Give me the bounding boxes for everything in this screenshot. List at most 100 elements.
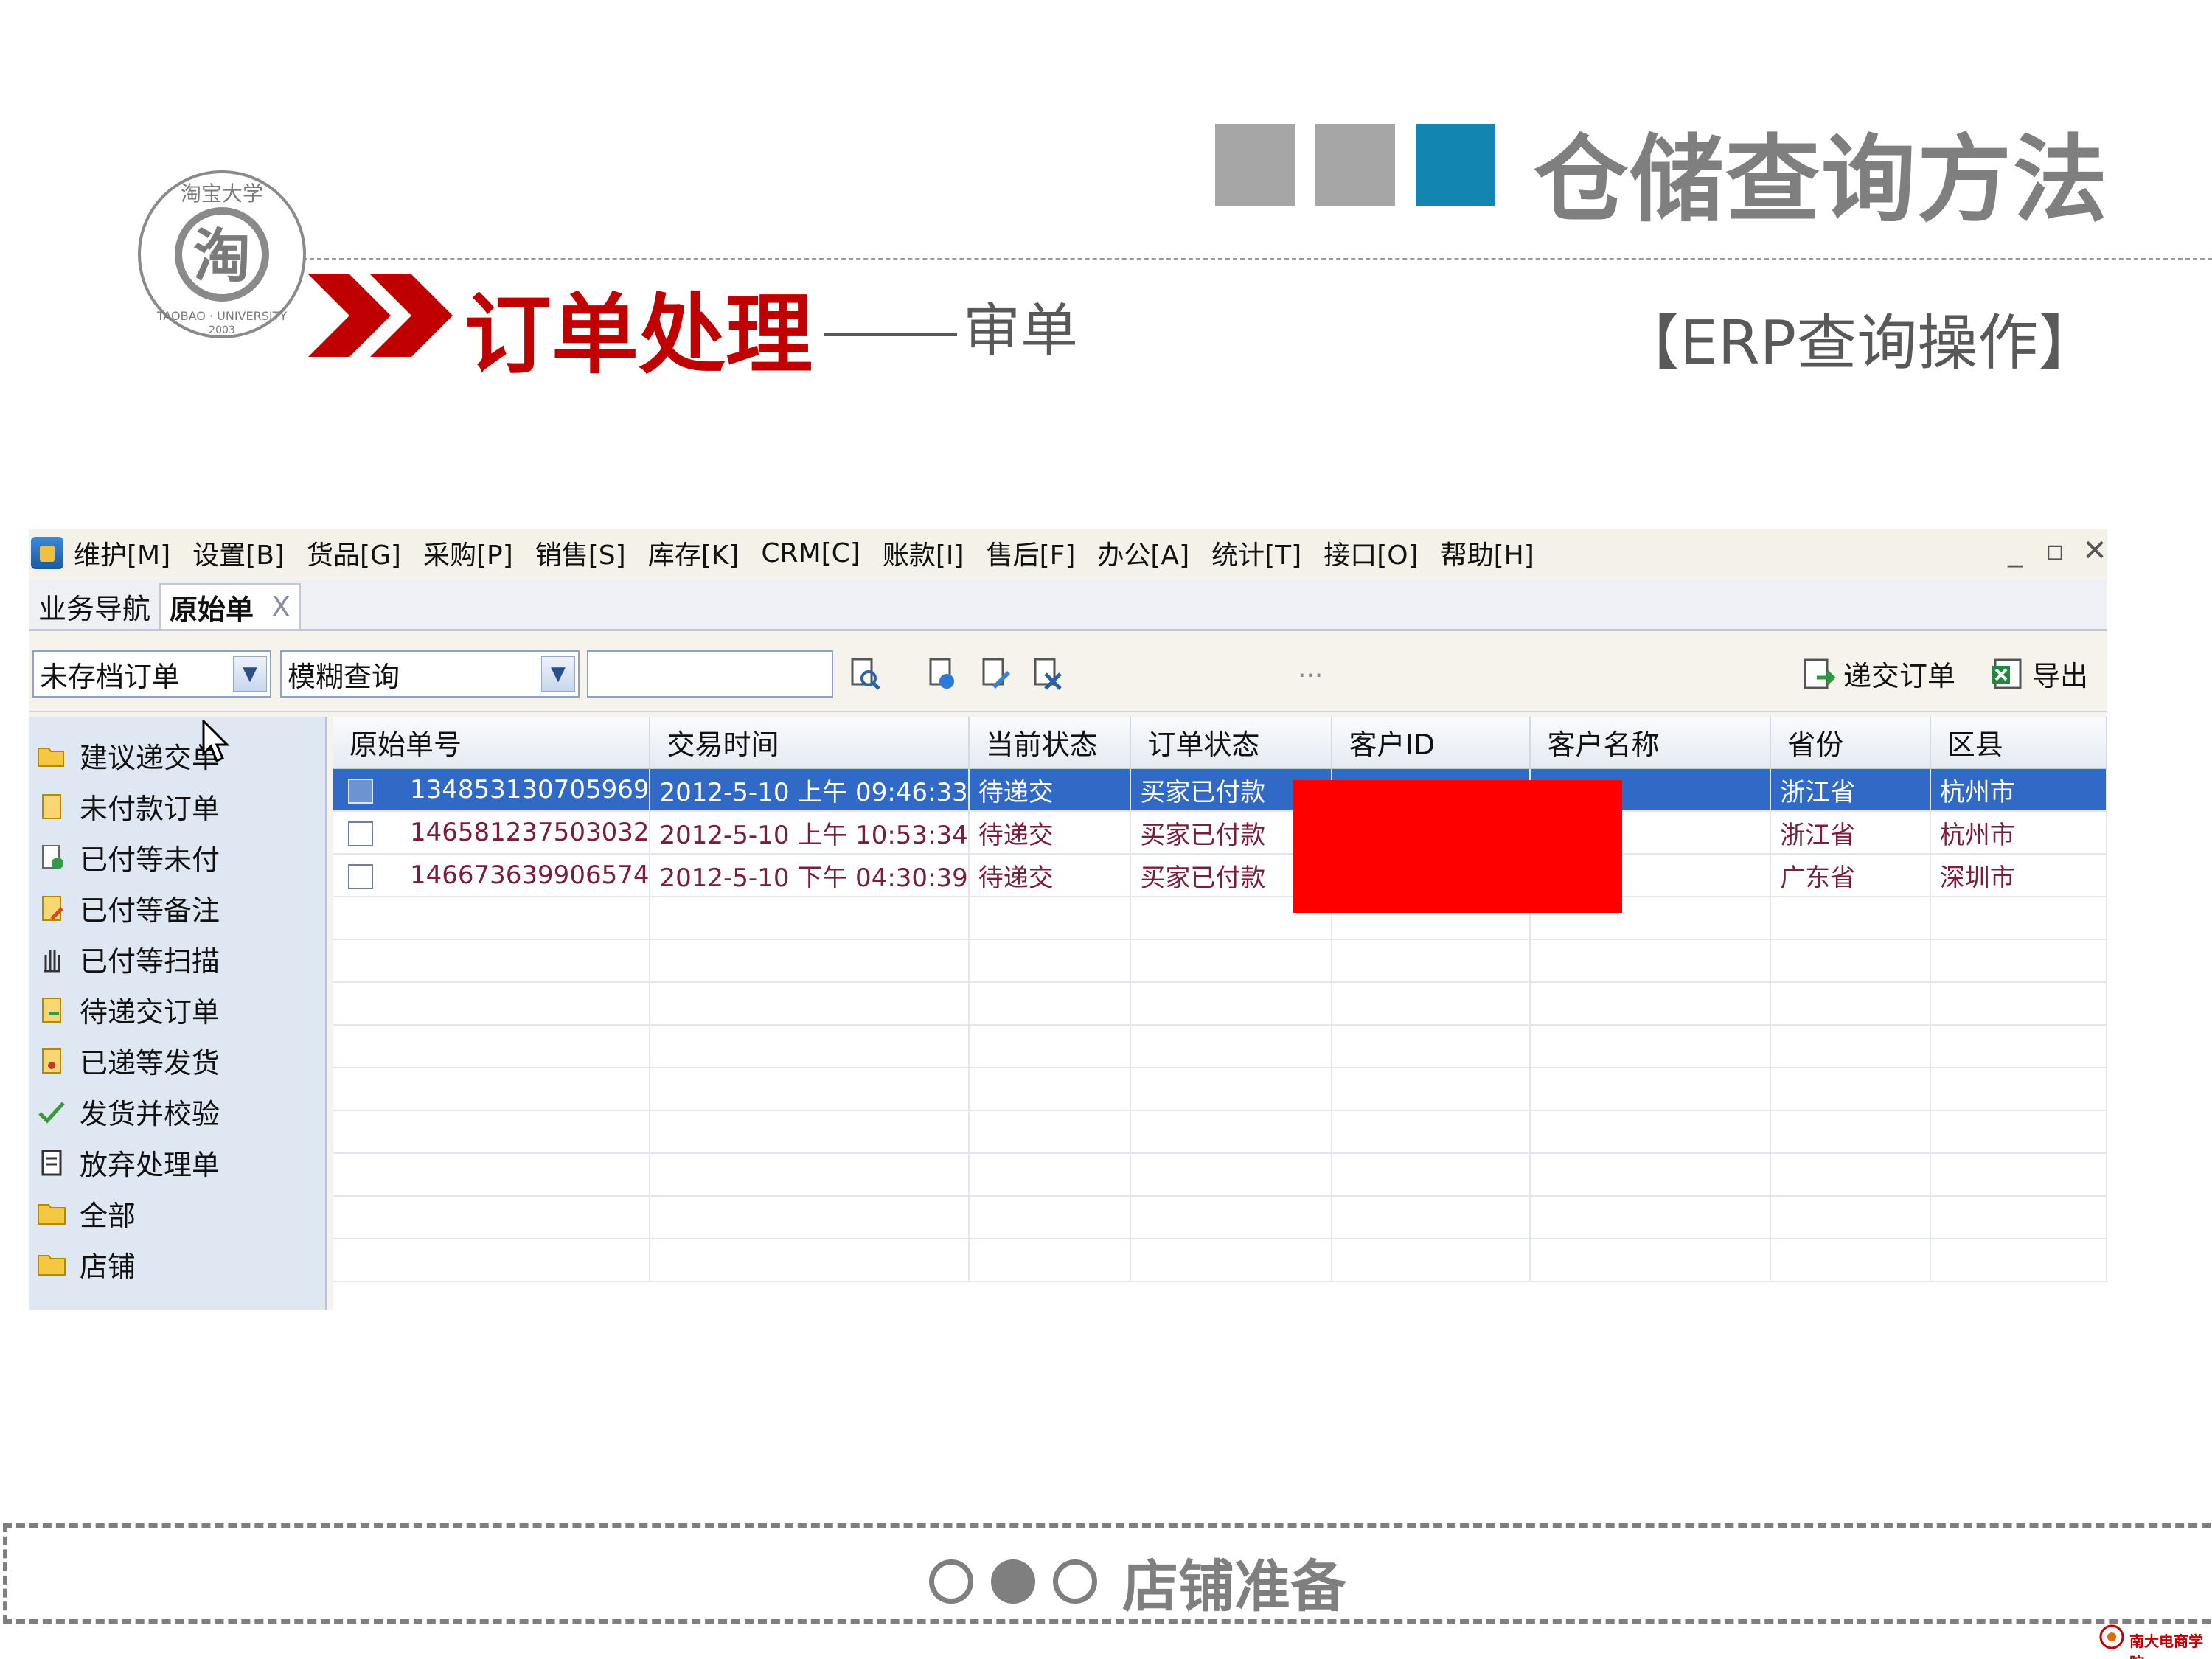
cell-current-status: 待递交 [968,854,1132,897]
nav-item-paid-waiting[interactable]: 已付等未付 [29,832,325,883]
row-checkbox[interactable] [348,863,373,889]
app-icon[interactable] [31,537,63,569]
chevron-down-icon[interactable]: ▼ [233,656,267,692]
tab-close-icon[interactable]: X [271,591,291,623]
column-header-customer-name[interactable]: 客户名称 [1530,717,1772,769]
window-controls: _ ▫ ✕ [2003,534,2107,568]
menu-accounts[interactable]: 账款[I] [883,534,964,572]
progress-dot-empty [929,1559,973,1604]
column-header-order-status[interactable]: 订单状态 [1130,717,1333,769]
cell-province: 浙江省 [1770,811,1931,855]
menu-sales[interactable]: 销售[S] [535,534,626,572]
cell-order-no: 134853130705969 [333,768,651,812]
taobao-university-logo: 淘 淘宝大学 TAOBAO · UNIVERSITY 2003 [138,170,306,338]
minimize-button[interactable]: _ [2003,534,2028,568]
column-header-district[interactable]: 区县 [1930,717,2107,769]
nav-item-stores[interactable]: 店铺 [29,1239,325,1290]
nav-item-suggested[interactable]: 建议递交单 [29,730,325,781]
tab-bar: 业务导航 原始单 X [29,580,2107,631]
order-filter-select[interactable]: 未存档订单 ▼ [32,650,271,698]
left-nav: 建议递交单 未付款订单 已付等未付 已付等备注 已付等扫描 待递交订单 已递等发… [29,717,327,1310]
toolbar-ellipsis: ... [1298,653,1324,684]
nav-item-awaiting-shipment[interactable]: 已递等发货 [29,1035,325,1086]
menu-interface[interactable]: 接口[O] [1324,534,1418,572]
nav-item-label: 建议递交单 [80,742,220,774]
nav-item-label: 已付等扫描 [80,945,220,978]
column-header-order-no[interactable]: 原始单号 [333,717,651,769]
tab-original-orders[interactable]: 原始单 X [159,583,302,629]
column-header-trade-time[interactable]: 交易时间 [650,717,970,769]
menu-crm[interactable]: CRM[C] [761,538,860,568]
cell-current-status: 待递交 [968,811,1132,855]
column-header-province[interactable]: 省份 [1770,717,1931,769]
menu-maintain[interactable]: 维护[M] [74,534,170,572]
toolbar: 未存档订单 ▼ 模糊查询 ▼ ... 递交订单 导出 [29,639,2107,712]
order-no: 146673639906574 [410,860,650,890]
nav-item-all[interactable]: 全部 [29,1188,325,1239]
orders-grid: 原始单号 交易时间 当前状态 订单状态 客户ID 客户名称 省份 区县 1348… [333,717,2107,1310]
export-button[interactable]: 导出 [1991,653,2088,694]
slide-title: 仓储查询方法 [1534,125,2110,235]
tab-business-nav[interactable]: 业务导航 [29,583,159,629]
export-label: 导出 [2032,660,2089,692]
order-no: 134853130705969 [410,775,650,804]
submit-order-button[interactable]: 递交订单 [1802,653,1955,694]
cell-order-no: 146673639906574 [333,854,651,897]
progress-dot-empty [1053,1559,1097,1604]
menu-purchase[interactable]: 采购[P] [423,534,513,572]
hand-icon [44,950,60,972]
section-title: 订单处理 [465,284,813,386]
nav-item-to-submit[interactable]: 待递交订单 [29,984,325,1035]
empty-row [333,1110,2107,1154]
nav-item-ship-verify[interactable]: 发货并校验 [29,1086,325,1137]
note-icon [42,895,63,921]
nav-item-label: 店铺 [80,1251,136,1283]
subtitle-dash [824,333,957,336]
row-checkbox[interactable] [348,778,373,804]
delete-document-icon[interactable] [1029,656,1065,692]
menu-inventory[interactable]: 库存[K] [648,534,740,572]
menu-office[interactable]: 办公[A] [1097,534,1189,572]
logo-char: 淘 [193,223,251,290]
close-window-button[interactable]: ✕ [2082,534,2107,568]
empty-row [333,897,2107,940]
nav-item-label: 已递等发货 [80,1047,220,1079]
menu-aftersales[interactable]: 售后[F] [987,534,1076,572]
nav-item-paid-remark[interactable]: 已付等备注 [29,883,325,933]
footer: 店铺准备 [929,1541,1346,1622]
menu-settings[interactable]: 设置[B] [192,534,285,572]
search-input[interactable] [587,650,833,698]
table-header-row: 原始单号 交易时间 当前状态 订单状态 客户ID 客户名称 省份 区县 [333,717,2107,769]
new-document-icon[interactable] [925,656,960,692]
restore-button[interactable]: ▫ [2042,534,2067,568]
check-icon [38,1101,65,1124]
menu-statistics[interactable]: 统计[T] [1211,534,1301,572]
tab-business-nav-label: 业务导航 [38,592,151,625]
column-header-current-status[interactable]: 当前状态 [968,717,1132,769]
chevron-down-icon[interactable]: ▼ [541,656,575,692]
row-checkbox[interactable] [348,821,373,846]
nav-item-label: 放弃处理单 [80,1149,220,1181]
menu-help[interactable]: 帮助[H] [1441,534,1534,572]
edit-document-icon[interactable] [978,656,1013,692]
logo-cn-text: 淘宝大学 [181,181,263,206]
table-row[interactable]: 146673639906574 2012-5-10 下午 04:30:39 待递… [333,854,2107,897]
header-square-grey-2 [1315,124,1395,206]
footer-text: 店铺准备 [1122,1554,1346,1619]
order-no: 146581237503032 [410,818,650,847]
search-icon[interactable] [846,656,882,692]
nav-item-unpaid[interactable]: 未付款订单 [29,781,325,832]
folder-icon [38,1254,66,1276]
menu-goods[interactable]: 货品[G] [307,534,401,572]
submit-order-icon [1804,658,1836,689]
nav-item-label: 已付等备注 [80,894,220,927]
user-document-icon [42,844,63,869]
query-mode-select[interactable]: 模糊查询 ▼ [280,650,580,698]
nav-item-abandoned[interactable]: 放弃处理单 [29,1137,325,1188]
nav-item-paid-scan[interactable]: 已付等扫描 [29,933,325,984]
document-icon [42,793,61,819]
table-row[interactable]: 146581237503032 2012-5-10 上午 10:53:34 待递… [333,811,2107,855]
table-row[interactable]: 134853130705969 2012-5-10 上午 09:46:33 待递… [333,768,2107,812]
order-filter-value: 未存档订单 [40,660,181,693]
column-header-customer-id[interactable]: 客户ID [1332,717,1531,769]
